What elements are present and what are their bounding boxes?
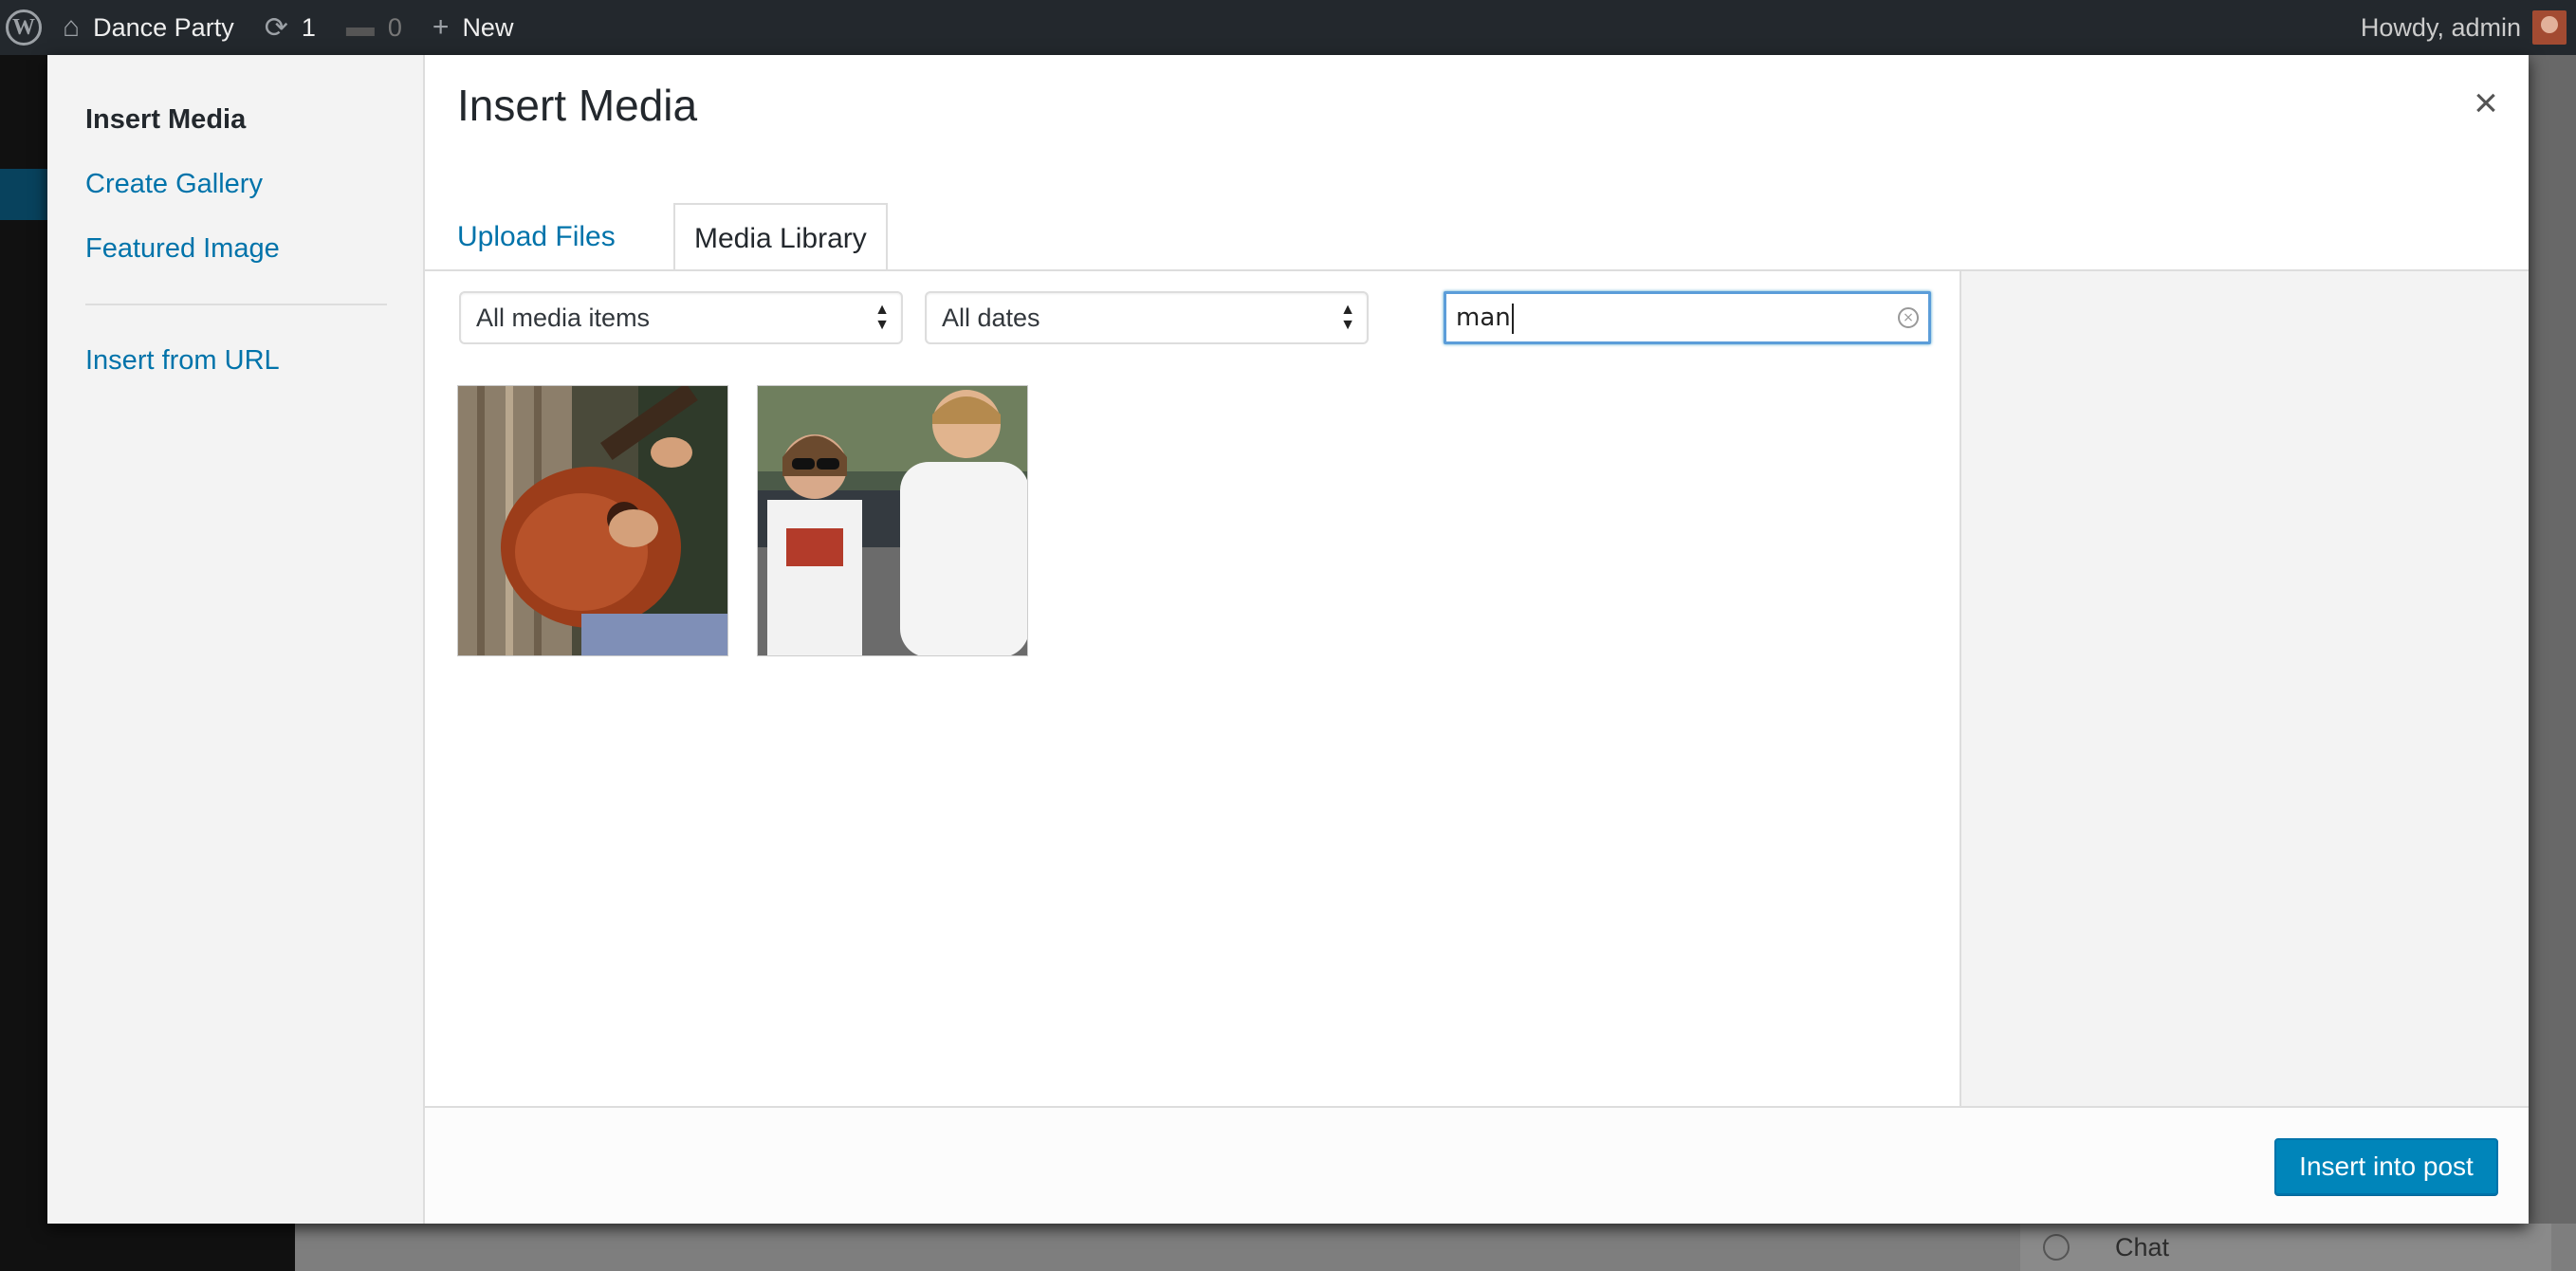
- comments-link[interactable]: ▬ 0: [331, 0, 417, 55]
- updates-count: 1: [301, 12, 316, 42]
- menu-item-featured-image[interactable]: Featured Image: [47, 216, 423, 281]
- greeting: Howdy, admin: [2360, 12, 2521, 42]
- site-name: Dance Party: [93, 12, 234, 42]
- new-label: New: [462, 12, 514, 42]
- comment-bubble-icon: ▬: [345, 11, 375, 43]
- select-arrows-icon: ▲ ▼: [1340, 302, 1355, 333]
- chat-label: Chat: [2115, 1232, 2170, 1262]
- select-arrows-icon: ▲ ▼: [874, 302, 890, 333]
- post-format-chat-option: Chat: [2020, 1224, 2551, 1271]
- updates-link[interactable]: ⟳ 1: [249, 0, 331, 55]
- media-modal: Insert Media Create Gallery Featured Ima…: [47, 55, 2529, 1224]
- refresh-icon: ⟳: [264, 11, 288, 44]
- admin-bar: W ⌂ Dance Party ⟳ 1 ▬ 0 + New Howdy, adm…: [0, 0, 2576, 55]
- modal-title: Insert Media: [457, 81, 698, 130]
- insert-into-post-button[interactable]: Insert into post: [2274, 1138, 2498, 1195]
- site-name-link[interactable]: ⌂ Dance Party: [47, 0, 249, 55]
- people-talking-photo-thumbnail: [758, 386, 1027, 655]
- media-type-filter[interactable]: All media items ▲ ▼: [459, 291, 903, 344]
- close-icon[interactable]: ×: [2460, 78, 2512, 129]
- plus-icon: +: [432, 11, 450, 43]
- tab-media-library[interactable]: Media Library: [673, 203, 888, 271]
- menu-item-insert-media[interactable]: Insert Media: [47, 87, 423, 152]
- date-filter-value: All dates: [942, 304, 1040, 332]
- new-content-link[interactable]: + New: [417, 0, 529, 55]
- attachment-details-sidebar: [1960, 271, 2529, 1163]
- guitar-photo-thumbnail: [458, 386, 727, 655]
- search-value: man: [1456, 304, 1511, 332]
- router-tabs: Upload Files Media Library: [425, 148, 2529, 271]
- comments-count: 0: [387, 12, 402, 42]
- attachment-thumbnail[interactable]: [457, 385, 728, 656]
- tab-upload-files[interactable]: Upload Files: [438, 203, 635, 271]
- search-input[interactable]: man ×: [1444, 291, 1931, 344]
- attachment-thumbnail[interactable]: [757, 385, 1028, 656]
- media-frame-toolbar: Insert into post: [425, 1106, 2529, 1224]
- date-filter[interactable]: All dates ▲ ▼: [925, 291, 1369, 344]
- avatar: [2532, 10, 2567, 45]
- wordpress-logo-icon[interactable]: W: [0, 0, 47, 55]
- home-icon: ⌂: [63, 11, 81, 43]
- media-menu: Insert Media Create Gallery Featured Ima…: [47, 55, 425, 1224]
- my-account[interactable]: Howdy, admin: [2361, 10, 2576, 45]
- menu-separator: [85, 304, 387, 305]
- menu-item-insert-from-url[interactable]: Insert from URL: [47, 328, 423, 393]
- media-type-value: All media items: [476, 304, 651, 332]
- menu-item-create-gallery[interactable]: Create Gallery: [47, 152, 423, 216]
- clear-search-icon[interactable]: ×: [1898, 307, 1919, 328]
- radio-icon: [2043, 1234, 2070, 1261]
